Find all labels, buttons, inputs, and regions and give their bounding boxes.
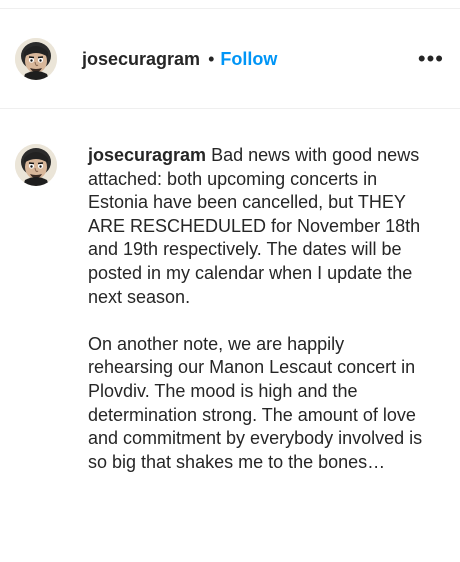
header-text: josecuragram • Follow	[82, 48, 277, 70]
header-username[interactable]: josecuragram	[82, 48, 200, 70]
more-options-icon[interactable]: •••	[418, 47, 444, 69]
separator-dot: •	[208, 48, 215, 69]
post-header: josecuragram • Follow •••	[0, 9, 460, 109]
caricature-avatar-icon	[15, 144, 57, 186]
caption-username[interactable]: josecuragram	[88, 145, 206, 165]
caption-paragraph: josecuragram Bad news with good news atta…	[88, 144, 428, 309]
caption-paragraph-1-text: Bad news with good news attached: both u…	[88, 145, 421, 307]
caricature-avatar-icon	[15, 37, 57, 80]
caption-text: josecuragram Bad news with good news atta…	[88, 144, 428, 474]
caption: josecuragram Bad news with good news atta…	[15, 144, 455, 474]
avatar[interactable]	[15, 37, 57, 80]
follow-button[interactable]: Follow	[220, 48, 277, 70]
post-panel: josecuragram • Follow ••• josecuragram B…	[0, 0, 460, 562]
caption-avatar[interactable]	[15, 144, 57, 186]
caption-paragraph-2: On another note, we are happily rehearsi…	[88, 333, 423, 472]
